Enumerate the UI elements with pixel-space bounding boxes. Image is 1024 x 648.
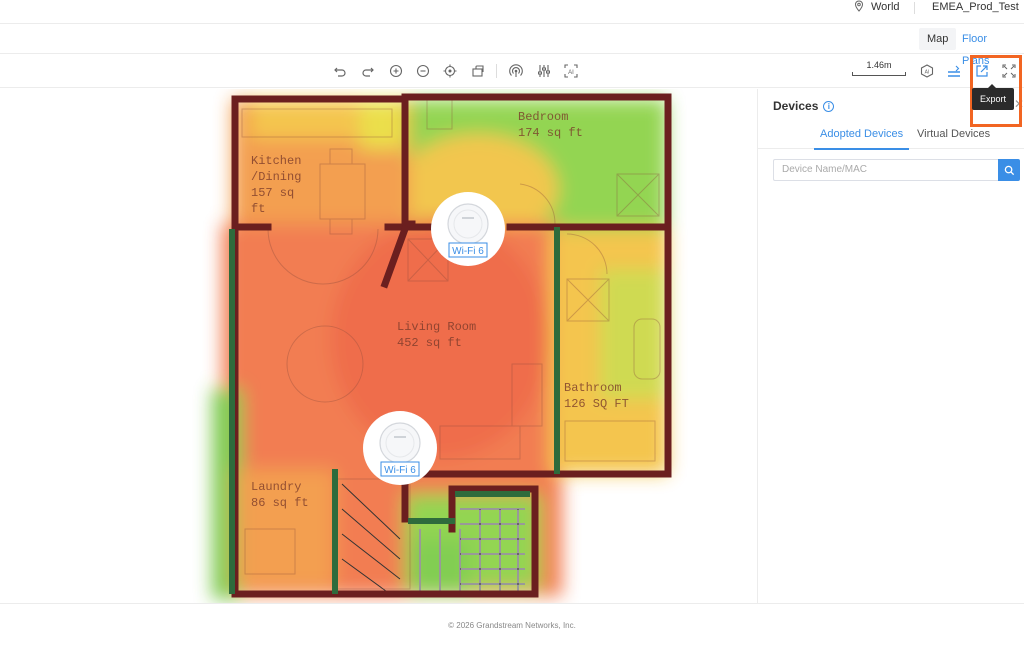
locate-icon[interactable] [443,64,457,78]
room-area-bedroom: 174 sq ft [518,126,583,140]
rotate-icon[interactable] [471,64,485,78]
footer: © 2026 Grandstream Networks, Inc. [0,603,1024,636]
org-selector[interactable]: EMEA_Prod_Test [932,0,1024,14]
tab-adopted-devices[interactable]: Adopted Devices [813,128,910,150]
floor-plan-canvas[interactable]: Bedroom 174 sq ft Kitchen /Dining 157 sq… [0,89,757,603]
toolbar-divider [496,64,497,78]
tab-virtual-devices[interactable]: Virtual Devices [917,128,990,140]
divider [914,2,915,14]
site-label: World [871,1,900,13]
location-pin-icon [853,0,865,15]
svg-text:Kitchen: Kitchen [251,154,301,168]
devices-title: Devices [773,99,819,113]
room-name-living: Living Room [397,320,476,334]
top-bar: World EMEA_Prod_Test [0,0,1024,24]
svg-text:AI: AI [925,70,930,76]
adjust-icon[interactable] [537,64,551,78]
zoom-in-icon[interactable] [389,64,403,78]
room-name-bedroom: Bedroom [518,110,568,124]
access-point-1[interactable]: Wi-Fi 6 [431,192,505,266]
svg-text:ft: ft [251,202,265,216]
map-scale-bar [852,72,906,76]
room-name-bathroom: Bathroom [564,381,622,395]
undo-icon[interactable] [333,64,347,78]
svg-text:AI: AI [568,70,574,76]
ap-label-2: Wi-Fi 6 [384,465,416,476]
search-button[interactable] [998,159,1020,181]
org-label: EMEA_Prod_Test [932,1,1019,13]
export-tooltip: Export [972,84,1014,110]
view-tabs: Map Floor Plans [0,24,1024,67]
tab-map[interactable]: Map [919,28,957,50]
heatmap-floorplan: Bedroom 174 sq ft Kitchen /Dining 157 sq… [212,93,672,599]
floorplan-toolbar: AI 1.46m AI [0,54,1024,88]
copyright-text: © 2026 Grandstream Networks, Inc. [448,621,576,630]
info-icon[interactable]: i [823,100,835,112]
devices-panel: Devices i ✕ Adopted Devices Virtual Devi… [757,89,1024,603]
access-point-2[interactable]: Wi-Fi 6 [363,411,437,485]
tab-floor-plans[interactable]: Floor Plans [954,28,1024,67]
svg-text:/Dining: /Dining [251,170,301,184]
room-area-laundry: 86 sq ft [251,496,309,510]
redo-icon[interactable] [361,64,375,78]
site-selector[interactable]: World [853,0,900,14]
ap-label-1: Wi-Fi 6 [452,246,484,257]
room-area-living: 452 sq ft [397,336,462,350]
zoom-out-icon[interactable] [416,64,430,78]
room-area-bathroom: 126 SQ FT [564,397,629,411]
search-icon [1004,165,1014,175]
panel-title: Devices i [773,99,835,113]
wall-icon[interactable] [947,64,961,78]
ai-icon[interactable]: AI [564,64,578,78]
ai-layout-icon[interactable]: AI [920,64,934,78]
room-name-laundry: Laundry [251,480,301,494]
signal-icon[interactable] [509,64,523,78]
device-search-input[interactable]: Device Name/MAC [773,159,998,181]
svg-text:157 sq: 157 sq [251,186,294,200]
